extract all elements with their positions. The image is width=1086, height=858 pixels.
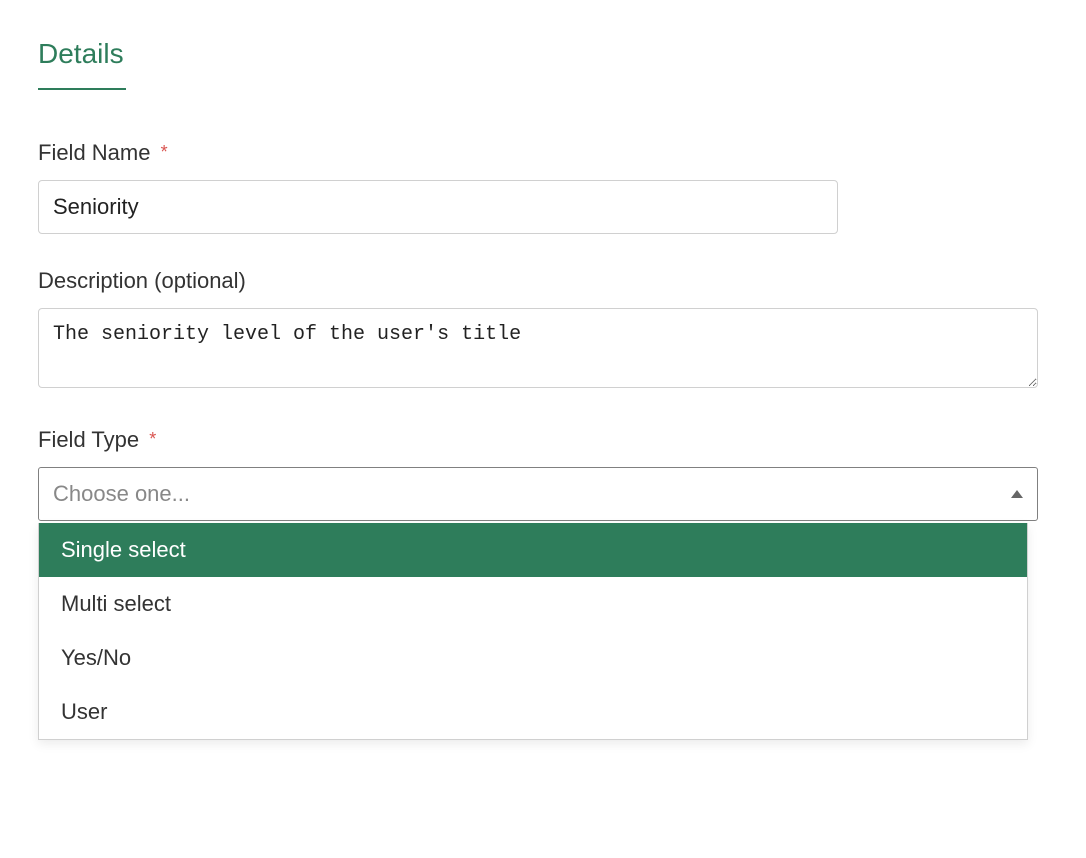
chevron-up-icon xyxy=(1011,490,1023,498)
description-group: Description (optional) The seniority lev… xyxy=(38,268,1048,393)
dropdown-item-yes-no[interactable]: Yes/No xyxy=(39,631,1027,685)
field-name-input[interactable] xyxy=(38,180,838,234)
dropdown-item-multi-select[interactable]: Multi select xyxy=(39,577,1027,631)
field-type-dropdown: Single select Multi select Yes/No User xyxy=(38,523,1028,740)
required-indicator: * xyxy=(161,142,168,162)
dropdown-item-single-select[interactable]: Single select xyxy=(39,523,1027,577)
field-type-select[interactable]: Choose one... xyxy=(38,467,1038,521)
description-label-text: Description (optional) xyxy=(38,268,246,293)
required-indicator: * xyxy=(149,429,156,449)
dropdown-item-user[interactable]: User xyxy=(39,685,1027,739)
field-type-select-wrapper: Choose one... Single select Multi select… xyxy=(38,467,1038,521)
field-type-group: Field Type * Choose one... Single select… xyxy=(38,427,1048,521)
field-type-placeholder: Choose one... xyxy=(53,481,190,507)
field-name-label-text: Field Name xyxy=(38,140,150,165)
field-name-group: Field Name * xyxy=(38,140,1048,234)
field-type-label: Field Type * xyxy=(38,427,1048,453)
description-textarea[interactable]: The seniority level of the user's title xyxy=(38,308,1038,388)
title-underline xyxy=(38,88,126,90)
description-label: Description (optional) xyxy=(38,268,1048,294)
section-title: Details xyxy=(38,38,1048,70)
field-name-label: Field Name * xyxy=(38,140,1048,166)
field-type-label-text: Field Type xyxy=(38,427,139,452)
